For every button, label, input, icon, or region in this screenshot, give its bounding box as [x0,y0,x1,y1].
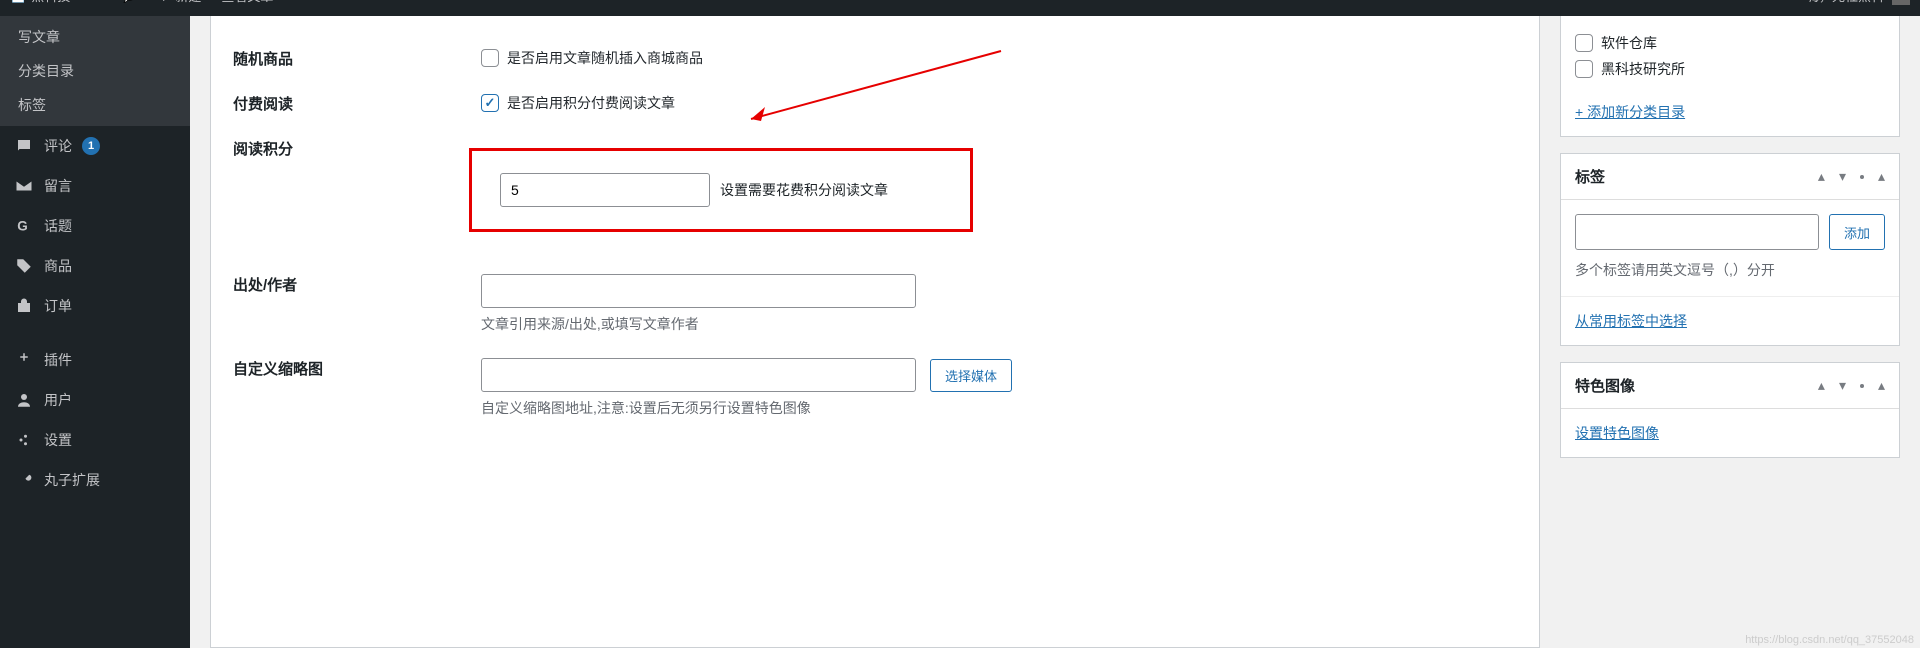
checkbox-icon [1575,34,1593,52]
panel-toggle-icon[interactable]: ▴ [1878,377,1885,394]
panel-move-up-icon[interactable]: ▴ [1818,168,1825,185]
sidebar-item-label: 设置 [44,430,72,450]
sidebar-item-write[interactable]: 写文章 [0,20,190,54]
category-option[interactable]: 黑科技研究所 [1575,56,1885,82]
label-read-points: 阅读积分 [211,138,481,159]
sidebar-item-settings[interactable]: 设置 [0,420,190,460]
checkbox-paid-reading[interactable]: ✓ 是否启用积分付费阅读文章 [481,93,1529,113]
panel-toggle-icon[interactable]: ▴ [1878,168,1885,185]
top-site-name[interactable]: 📄 黑科技 [10,0,70,5]
admin-top-bar: 📄 黑科技 ↻ 💬 ＋ 新建 查看文章 嗨，死社黑科 [0,0,1920,16]
wrench-icon [14,470,34,490]
panel-move-down-icon[interactable]: ▾ [1839,168,1846,185]
sidebar-item-extension[interactable]: 丸子扩展 [0,460,190,500]
main-content-panel: 随机商品 是否启用文章随机插入商城商品 付费阅读 ✓ 是否启用积分付费阅读文章 [210,16,1540,648]
checkbox-random-product[interactable]: 是否启用文章随机插入商城商品 [481,48,1529,68]
panel-title-tags: 标签 [1575,166,1605,187]
top-greeting: 嗨，死社黑科 [1806,0,1884,5]
mail-icon [14,176,34,196]
comments-badge: 1 [82,137,100,155]
avatar[interactable] [1892,0,1910,5]
panel-featured-image: 特色图像 ▴ ▾ ▴ 设置特色图像 [1560,362,1900,458]
panel-title-featured: 特色图像 [1575,375,1635,396]
comment-icon [14,136,34,156]
dot-separator [1860,175,1864,179]
top-new[interactable]: ＋ 新建 [157,0,201,5]
sidebar-item-label: 商品 [44,256,72,276]
set-featured-image-link[interactable]: 设置特色图像 [1575,425,1659,441]
sidebar-item-label: 订单 [44,296,72,316]
select-media-button[interactable]: 选择媒体 [930,359,1012,392]
sidebar-item-comments[interactable]: 评论 1 [0,126,190,166]
label-random-product: 随机商品 [211,48,481,69]
sidebar-item-category[interactable]: 分类目录 [0,54,190,88]
sidebar-item-label: 评论 [44,136,72,156]
category-label: 软件仓库 [1601,33,1657,53]
dot-separator [1860,384,1864,388]
tag-add-button[interactable]: 添加 [1829,214,1885,250]
label-source: 出处/作者 [211,274,481,295]
category-option[interactable]: 软件仓库 [1575,30,1885,56]
sidebar-item-plugins[interactable]: 插件 [0,340,190,380]
sidebar-item-label: 丸子扩展 [44,470,100,490]
sidebar-item-topics[interactable]: G 话题 [0,206,190,246]
svg-text:G: G [17,219,28,234]
sidebar-item-label: 插件 [44,350,72,370]
sidebar-item-label: 留言 [44,176,72,196]
checkbox-icon [481,49,499,67]
input-source[interactable] [481,274,916,308]
sidebar-item-orders[interactable]: 订单 [0,286,190,326]
settings-icon [14,430,34,450]
label-paid-reading: 付费阅读 [211,93,481,114]
watermark: https://blog.csdn.net/qq_37552048 [1745,634,1914,646]
input-thumb[interactable] [481,358,916,392]
checkbox-text: 是否启用文章随机插入商城商品 [507,48,703,68]
checkbox-icon: ✓ [481,94,499,112]
sidebar-item-messages[interactable]: 留言 [0,166,190,206]
panel-categories: 软件仓库 黑科技研究所 + 添加新分类目录 [1560,16,1900,137]
top-refresh[interactable]: ↻ [90,0,101,4]
top-comments[interactable]: 💬 [121,0,137,4]
user-icon [14,390,34,410]
panel-move-down-icon[interactable]: ▾ [1839,377,1846,394]
sidebar-item-label: 话题 [44,216,72,236]
bag-icon [14,296,34,316]
admin-sidebar: 写文章 分类目录 标签 评论 1 留言 G 话题 商品 订单 插件 [0,16,190,648]
sidebar-item-products[interactable]: 商品 [0,246,190,286]
panel-tags: 标签 ▴ ▾ ▴ 添加 多个标签请用英文逗号（,）分开 从常用标签 [1560,153,1900,346]
category-label: 黑科技研究所 [1601,59,1685,79]
sidebar-item-users[interactable]: 用户 [0,380,190,420]
annotation-highlight-box: 设置需要花费积分阅读文章 [469,148,973,232]
sidebar-item-tags[interactable]: 标签 [0,88,190,122]
choose-tags-link[interactable]: 从常用标签中选择 [1575,313,1687,329]
sidebar-item-label: 用户 [44,390,72,410]
help-thumb: 自定义缩略图地址,注意:设置后无须另行设置特色图像 [481,398,1529,418]
tag-help: 多个标签请用英文逗号（,）分开 [1575,260,1885,280]
tag-input[interactable] [1575,214,1819,250]
tag-icon [14,256,34,276]
checkbox-text: 是否启用积分付费阅读文章 [507,93,675,113]
checkbox-icon [1575,60,1593,78]
add-category-link[interactable]: + 添加新分类目录 [1575,104,1685,120]
top-view-post[interactable]: 查看文章 [221,0,273,5]
input-read-points[interactable] [500,173,710,207]
label-thumb: 自定义缩略图 [211,358,481,379]
topic-icon: G [14,216,34,236]
help-read-points: 设置需要花费积分阅读文章 [720,180,888,200]
plugin-icon [14,350,34,370]
panel-move-up-icon[interactable]: ▴ [1818,377,1825,394]
help-source: 文章引用来源/出处,或填写文章作者 [481,314,1529,334]
